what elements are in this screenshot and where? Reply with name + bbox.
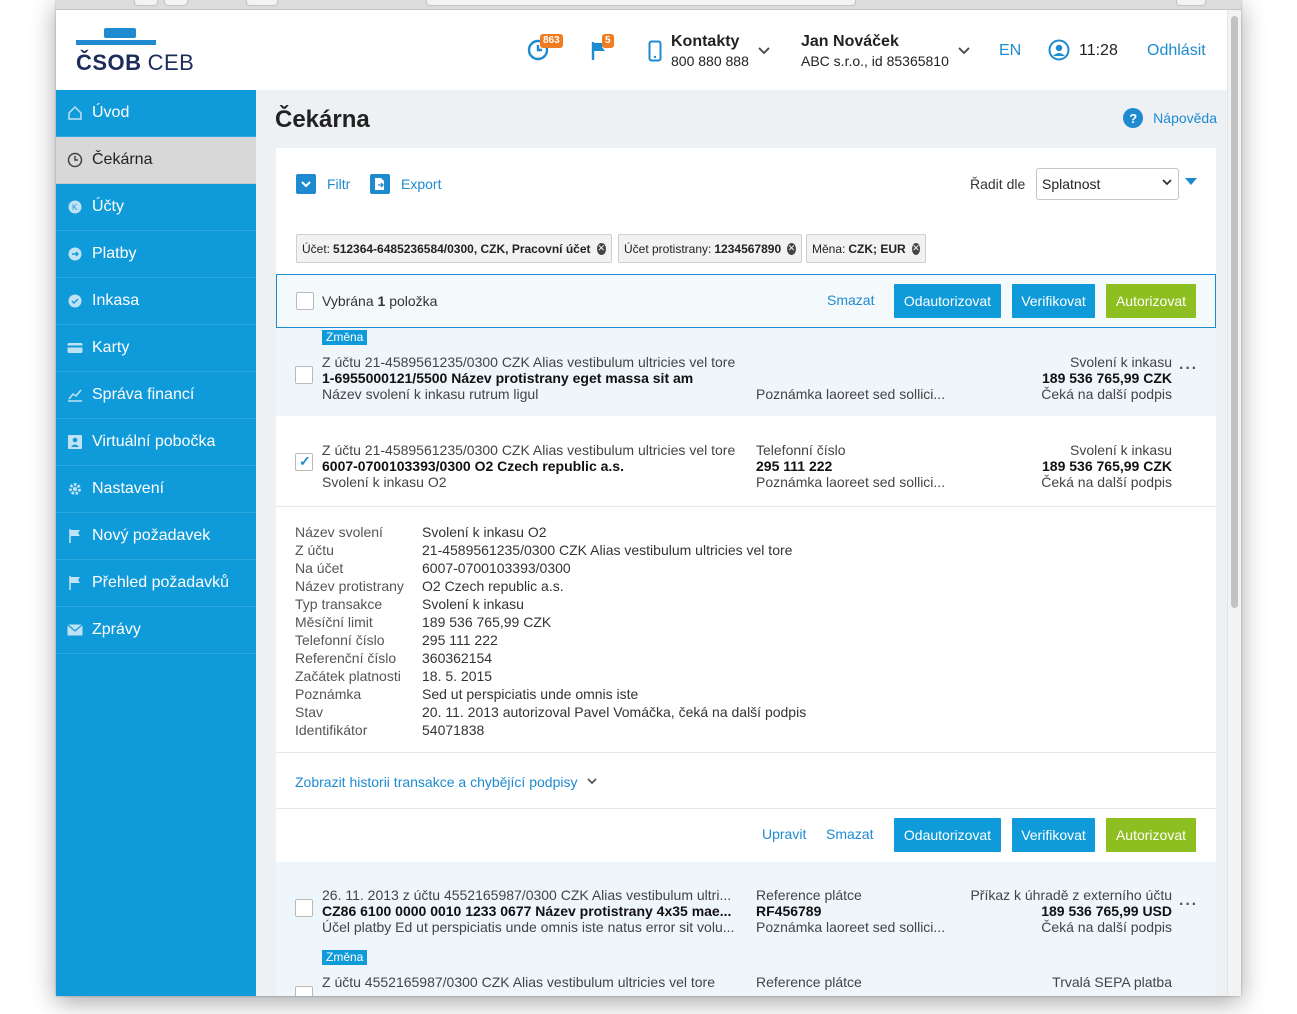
flag-badge: 5 bbox=[602, 34, 614, 48]
authorize-button[interactable]: Autorizovat bbox=[1106, 284, 1196, 318]
divider bbox=[276, 808, 1216, 809]
page-scrollbar[interactable] bbox=[1227, 10, 1241, 996]
remove-chip-icon[interactable]: ✕ bbox=[787, 242, 796, 255]
flag-icon bbox=[66, 527, 84, 545]
table-row-expanded[interactable]: Z účtu 21-4589561235/0300 CZK Alias vest… bbox=[276, 416, 1216, 506]
browser-window: ČSOB CEB 863 5 Kontakty 800 880 888 Jan N… bbox=[56, 0, 1241, 996]
flag-notifications-icon[interactable]: 5 bbox=[590, 34, 614, 65]
envelope-icon bbox=[66, 621, 84, 639]
unauthorize-button[interactable]: Odautorizovat bbox=[894, 284, 1001, 318]
waiting-room-panel: Filtr Export Řadit dle Splatnost Účet: 51… bbox=[276, 148, 1216, 996]
filter-button[interactable]: Filtr bbox=[296, 174, 350, 194]
verify-button[interactable]: Verifikovat bbox=[1012, 284, 1095, 318]
divider bbox=[276, 752, 1216, 753]
sort-direction-icon[interactable] bbox=[1185, 178, 1197, 185]
edit-link[interactable]: Upravit bbox=[762, 826, 806, 842]
verify-button[interactable]: Verifikovat bbox=[1012, 818, 1095, 852]
sidebar-item-karty[interactable]: Karty bbox=[56, 325, 256, 372]
phone-icon bbox=[648, 40, 662, 65]
help-icon: ? bbox=[1123, 108, 1144, 128]
sidebar-item-cekarna[interactable]: Čekárna bbox=[56, 137, 256, 184]
collections-icon bbox=[66, 292, 84, 310]
sort-select[interactable]: Splatnost bbox=[1036, 168, 1179, 200]
sidebar-item-inkasa[interactable]: Inkasa bbox=[56, 278, 256, 325]
scrollbar-thumb[interactable] bbox=[1231, 16, 1238, 608]
history-link[interactable]: Zobrazit historii transakce a chybějící … bbox=[295, 774, 598, 790]
sidebar-item-ucty[interactable]: K Účty bbox=[56, 184, 256, 231]
unauthorize-button[interactable]: Odautorizovat bbox=[894, 818, 1001, 852]
row-checkbox[interactable] bbox=[295, 986, 313, 996]
remove-chip-icon[interactable]: ✕ bbox=[596, 242, 606, 255]
session-time: 11:28 bbox=[1079, 42, 1118, 59]
chevron-down-icon bbox=[296, 174, 316, 194]
table-row[interactable]: Změna Z účtu 21-4589561235/0300 CZK Alia… bbox=[276, 328, 1216, 416]
home-icon bbox=[66, 104, 84, 122]
user-name[interactable]: Jan Nováček bbox=[801, 33, 899, 51]
selection-bar: Vybrána 1 položka Smazat Odautorizovat V… bbox=[276, 274, 1216, 328]
branch-icon bbox=[66, 433, 84, 451]
selection-count: Vybrána 1 položka bbox=[322, 293, 438, 309]
sidebar-item-platby[interactable]: Platby bbox=[56, 231, 256, 278]
row-checkbox[interactable] bbox=[295, 366, 313, 384]
row-checkbox[interactable] bbox=[295, 453, 313, 471]
filter-chip-account: Účet: 512364-6485236584/0300, CZK, Pracov… bbox=[296, 234, 612, 263]
page-title: Čekárna bbox=[275, 106, 370, 133]
contacts-phone: 800 880 888 bbox=[671, 53, 749, 69]
help-link[interactable]: ? Nápověda bbox=[1123, 108, 1217, 128]
gear-icon bbox=[66, 480, 84, 498]
clock-notifications-icon[interactable]: 863 bbox=[526, 34, 563, 65]
transaction-details: Název svolení Svolení k inkasu O2 Z účtu 2… bbox=[295, 524, 807, 738]
contacts-title[interactable]: Kontakty bbox=[671, 33, 739, 51]
user-session-icon bbox=[1048, 39, 1070, 64]
language-switch[interactable]: EN bbox=[999, 42, 1021, 60]
sidebar-item-prehled-pozadavku[interactable]: Přehled požadavků bbox=[56, 560, 256, 607]
authorize-button[interactable]: Autorizovat bbox=[1106, 818, 1196, 852]
accounts-icon: K bbox=[66, 198, 84, 216]
change-tag: Změna bbox=[322, 330, 368, 345]
delete-link[interactable]: Smazat bbox=[826, 826, 873, 842]
clock-icon bbox=[66, 151, 84, 169]
sidebar-item-zpravy[interactable]: Zprávy bbox=[56, 607, 256, 654]
contacts-chevron-down-icon[interactable] bbox=[758, 44, 770, 58]
sidebar-item-sprava-financi[interactable]: Správa financí bbox=[56, 372, 256, 419]
divider bbox=[276, 506, 1216, 507]
sidebar-item-virtualni-pobocka[interactable]: Virtuální pobočka bbox=[56, 419, 256, 466]
svg-text:K: K bbox=[72, 203, 78, 212]
row-checkbox[interactable] bbox=[295, 899, 313, 917]
logout-link[interactable]: Odhlásit bbox=[1147, 42, 1206, 60]
table-row[interactable]: Změna Z účtu 4552165987/0300 CZK Alias v… bbox=[276, 948, 1216, 996]
payments-icon bbox=[66, 245, 84, 263]
more-actions-icon[interactable]: ··· bbox=[1179, 896, 1198, 914]
select-chevron-icon bbox=[1162, 177, 1172, 189]
chevron-down-icon bbox=[587, 776, 598, 788]
delete-selected-link[interactable]: Smazat bbox=[827, 292, 874, 308]
csob-ceb-logo[interactable]: ČSOB CEB bbox=[76, 28, 194, 76]
sidebar-item-uvod[interactable]: Úvod bbox=[56, 90, 256, 137]
flag-list-icon bbox=[66, 574, 84, 592]
user-company: ABC s.r.o., id 85365810 bbox=[801, 53, 949, 69]
change-tag: Změna bbox=[322, 950, 368, 965]
main-content: Čekárna ? Nápověda Filtr Export Řadit dle… bbox=[256, 90, 1227, 996]
table-row[interactable]: 26. 11. 2013 z účtu 4552165987/0300 CZK … bbox=[276, 862, 1216, 948]
more-actions-icon[interactable]: ··· bbox=[1179, 360, 1198, 378]
clock-badge: 863 bbox=[540, 34, 563, 48]
browser-chrome bbox=[56, 0, 1241, 10]
remove-chip-icon[interactable]: ✕ bbox=[911, 242, 920, 255]
card-icon bbox=[66, 339, 84, 357]
export-button[interactable]: Export bbox=[370, 174, 441, 194]
filter-chip-currency: Měna: CZK; EUR ✕ bbox=[806, 234, 926, 263]
chart-icon bbox=[66, 386, 84, 404]
filter-chip-counterparty: Účet protistrany: 1234567890 ✕ bbox=[618, 234, 802, 263]
sidebar-item-novy-pozadavek[interactable]: Nový požadavek bbox=[56, 513, 256, 560]
export-icon bbox=[370, 174, 390, 194]
user-chevron-down-icon[interactable] bbox=[958, 44, 970, 58]
sidebar-nav: Úvod Čekárna K Účty Platby Inkasa Karty S… bbox=[56, 90, 256, 996]
select-all-checkbox[interactable] bbox=[296, 292, 314, 310]
sort-label: Řadit dle bbox=[970, 176, 1026, 192]
sidebar-item-nastaveni[interactable]: Nastavení bbox=[56, 466, 256, 513]
